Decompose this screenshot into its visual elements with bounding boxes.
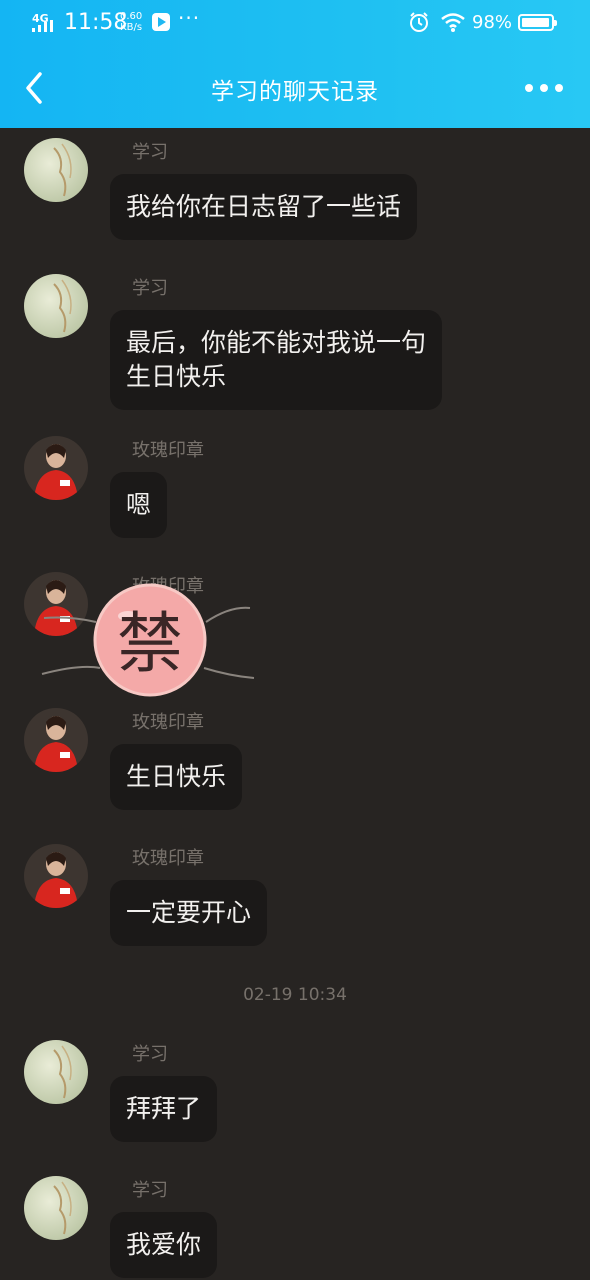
avatar[interactable] xyxy=(24,1040,88,1104)
sender-name: 学习 xyxy=(132,142,168,163)
message-bubble[interactable]: 最后，你能不能对我说一句 生日快乐 xyxy=(110,310,443,410)
sender-name: 玫瑰印章 xyxy=(132,848,204,869)
video-app-icon xyxy=(152,13,170,31)
speed-unit: KB/s xyxy=(120,22,143,33)
sender-name: 玫瑰印章 xyxy=(132,440,204,461)
wifi-icon xyxy=(441,13,465,32)
more-notifications-icon: ··· xyxy=(178,6,201,30)
page-title: 学习的聊天记录 xyxy=(211,79,379,105)
signal-bars-icon xyxy=(32,20,53,32)
message-bubble[interactable]: 我给你在日志留了一些话 xyxy=(110,174,418,240)
message-bubble[interactable]: 一定要开心 xyxy=(110,880,268,946)
more-options-icon[interactable] xyxy=(524,82,564,94)
top-bar: 4G 11:58 0.60 KB/s ··· 98% 学习的聊天记录 xyxy=(0,0,590,128)
avatar[interactable] xyxy=(24,436,88,500)
message-bubble[interactable]: 我爱你 xyxy=(110,1212,218,1278)
avatar[interactable] xyxy=(24,138,88,202)
sender-name: 学习 xyxy=(132,1180,168,1201)
battery-icon xyxy=(518,14,557,31)
avatar[interactable] xyxy=(24,1176,88,1240)
alarm-icon xyxy=(410,12,428,32)
sender-name: 玫瑰印章 xyxy=(132,712,204,733)
avatar[interactable] xyxy=(24,274,88,338)
battery-percent: 98% xyxy=(472,12,513,33)
message-bubble[interactable]: 嗯 xyxy=(110,472,168,538)
avatar[interactable] xyxy=(24,844,88,908)
sender-name: 学习 xyxy=(132,278,168,299)
message-bubble[interactable]: 拜拜了 xyxy=(110,1076,218,1142)
sticker-art: 禁 xyxy=(41,583,255,697)
avatar[interactable] xyxy=(24,708,88,772)
status-time: 11:58 xyxy=(64,10,128,35)
sticker-image[interactable]: 禁 xyxy=(40,582,260,702)
message-bubble[interactable]: 生日快乐 xyxy=(110,744,243,810)
network-speed: 0.60 KB/s xyxy=(120,11,142,33)
status-bar: 4G 11:58 0.60 KB/s ··· 98% xyxy=(0,0,590,46)
speed-value: 0.60 xyxy=(120,11,143,22)
message-timestamp: 02-19 10:34 xyxy=(243,985,347,1005)
sticker-text: 禁 xyxy=(117,605,183,682)
sender-name: 学习 xyxy=(132,1044,168,1065)
